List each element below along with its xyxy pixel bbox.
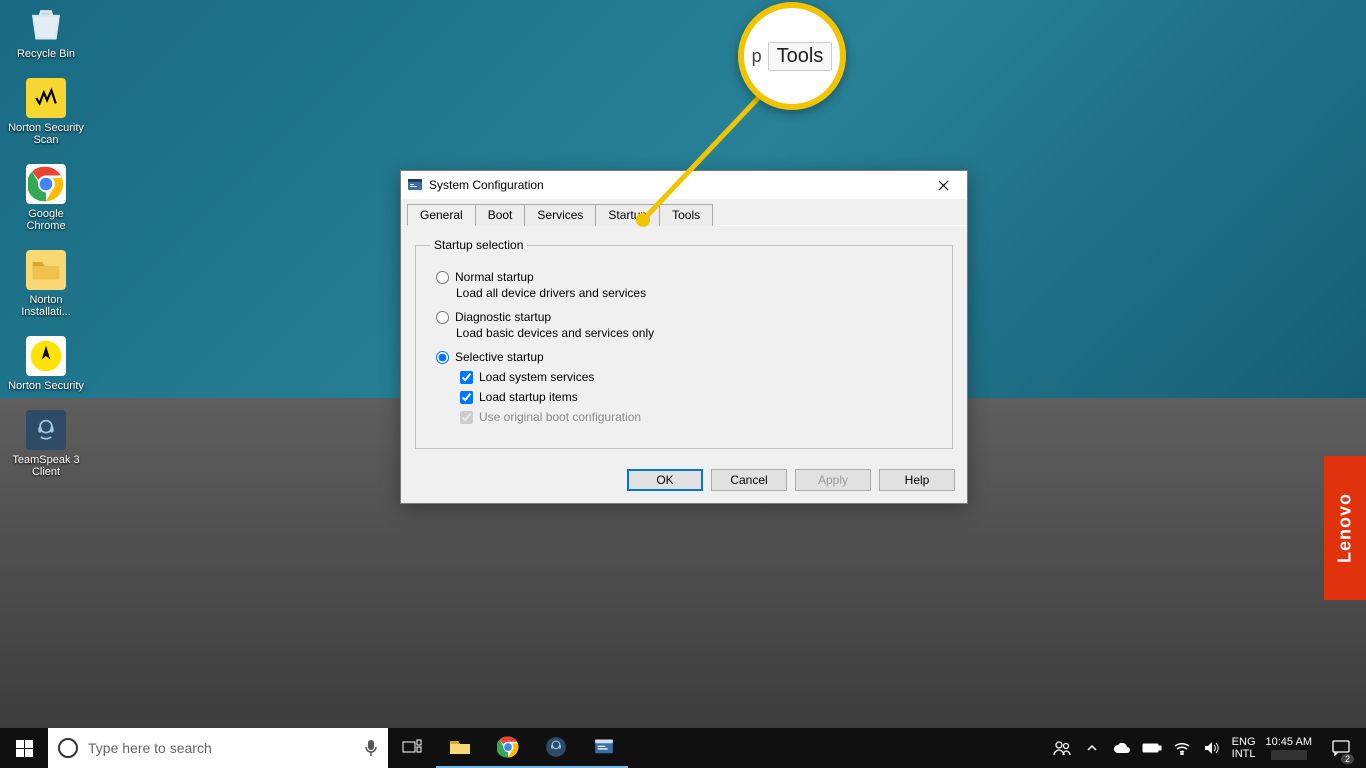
- volume-icon[interactable]: [1202, 738, 1222, 758]
- desktop-icon-teamspeak[interactable]: TeamSpeak 3 Client: [8, 410, 84, 478]
- taskbar-clock[interactable]: 10:45 AM: [1266, 736, 1312, 760]
- radio-selective-startup[interactable]: Selective startup: [436, 350, 938, 364]
- action-center-button[interactable]: 2: [1322, 728, 1360, 768]
- fieldset-legend: Startup selection: [430, 238, 527, 252]
- language-indicator[interactable]: ENGINTL: [1232, 736, 1256, 760]
- onedrive-icon[interactable]: [1112, 738, 1132, 758]
- mic-icon[interactable]: [354, 739, 388, 757]
- folder-icon: [26, 250, 66, 290]
- desktop-icons: Recycle Bin Norton Security Scan Google …: [8, 4, 88, 496]
- radio-normal-startup[interactable]: Normal startup: [436, 270, 938, 284]
- recycle-bin-icon: [26, 4, 66, 44]
- taskbar-msconfig[interactable]: [580, 728, 628, 768]
- option-diagnostic-desc: Load basic devices and services only: [456, 326, 938, 340]
- radio-diagnostic-startup[interactable]: Diagnostic startup: [436, 310, 938, 324]
- radio-label: Normal startup: [455, 270, 534, 284]
- tab-services[interactable]: Services: [525, 204, 596, 226]
- tray-chevron-up-icon[interactable]: [1082, 738, 1102, 758]
- taskbar-teamspeak[interactable]: [532, 728, 580, 768]
- chrome-icon: [26, 164, 66, 204]
- option-selective-startup: Selective startup: [436, 350, 938, 364]
- desktop-icon-label: Norton Installati...: [8, 294, 84, 318]
- cortana-icon: [58, 738, 78, 758]
- close-button[interactable]: [923, 171, 963, 199]
- radio-label: Diagnostic startup: [455, 310, 551, 324]
- tab-general[interactable]: General: [407, 204, 476, 226]
- date-redacted: [1271, 750, 1307, 760]
- norton-security-icon: [26, 336, 66, 376]
- desktop-icon-norton-install[interactable]: Norton Installati...: [8, 250, 84, 318]
- help-button[interactable]: Help: [879, 469, 955, 491]
- taskbar-file-explorer[interactable]: [436, 728, 484, 768]
- checkbox-use-original-boot: Use original boot configuration: [460, 410, 938, 424]
- radio-label: Selective startup: [455, 350, 544, 364]
- option-normal-startup: Normal startup: [436, 270, 938, 284]
- sub-use-original-boot: Use original boot configuration: [460, 410, 938, 424]
- taskbar-chrome[interactable]: [484, 728, 532, 768]
- apply-button: Apply: [795, 469, 871, 491]
- lang-bottom: INTL: [1232, 748, 1256, 760]
- taskbar-apps: [388, 728, 628, 768]
- checkbox-load-startup-items[interactable]: Load startup items: [460, 390, 938, 404]
- checkbox-label: Load system services: [479, 370, 594, 384]
- checkbox-label: Load startup items: [479, 390, 578, 404]
- desktop-icon-label: Recycle Bin: [8, 48, 84, 60]
- callout-tools-highlight: Tools: [768, 42, 833, 71]
- lang-top: ENG: [1232, 736, 1256, 748]
- checkbox-load-system-services[interactable]: Load system services: [460, 370, 938, 384]
- norton-scan-icon: [26, 78, 66, 118]
- callout-partial-text: p: [752, 46, 762, 67]
- callout-magnifier: p Tools: [738, 2, 846, 110]
- msconfig-icon: [407, 177, 423, 193]
- tab-boot[interactable]: Boot: [476, 204, 526, 226]
- teamspeak-icon: [26, 410, 66, 450]
- dialog-title: System Configuration: [429, 178, 544, 192]
- taskbar: Type here to search ENGINTL 10:45 AM 2: [0, 728, 1366, 768]
- sub-load-system-services: Load system services: [460, 370, 938, 384]
- desktop-icon-label: Norton Security Scan: [8, 122, 84, 146]
- notification-badge: 2: [1341, 754, 1354, 764]
- desktop-icon-norton-security[interactable]: Norton Security: [8, 336, 84, 392]
- dialog-tabs: General Boot Services Startup Tools: [401, 199, 967, 226]
- start-button[interactable]: [0, 728, 48, 768]
- windows-icon: [16, 740, 33, 757]
- checkbox-label: Use original boot configuration: [479, 410, 641, 424]
- taskbar-search[interactable]: Type here to search: [48, 728, 388, 768]
- desktop-icon-chrome[interactable]: Google Chrome: [8, 164, 84, 232]
- cancel-button[interactable]: Cancel: [711, 469, 787, 491]
- lenovo-badge[interactable]: Lenovo: [1324, 456, 1366, 600]
- battery-icon[interactable]: [1142, 738, 1162, 758]
- wifi-icon[interactable]: [1172, 738, 1192, 758]
- desktop-icon-label: Norton Security: [8, 380, 84, 392]
- startup-selection-fieldset: Startup selection Normal startup Load al…: [415, 238, 953, 449]
- tab-tools[interactable]: Tools: [660, 204, 713, 226]
- desktop-icon-label: Google Chrome: [8, 208, 84, 232]
- ok-button[interactable]: OK: [627, 469, 703, 491]
- desktop-icon-norton-scan[interactable]: Norton Security Scan: [8, 78, 84, 146]
- option-diagnostic-startup: Diagnostic startup: [436, 310, 938, 324]
- people-icon[interactable]: [1052, 738, 1072, 758]
- search-placeholder: Type here to search: [88, 740, 354, 756]
- tab-startup[interactable]: Startup: [596, 204, 660, 226]
- option-normal-desc: Load all device drivers and services: [456, 286, 938, 300]
- clock-time: 10:45 AM: [1266, 736, 1312, 749]
- dialog-buttons: OK Cancel Apply Help: [401, 459, 967, 503]
- taskview-button[interactable]: [388, 728, 436, 768]
- dialog-panel: Startup selection Normal startup Load al…: [401, 226, 967, 459]
- desktop: Recycle Bin Norton Security Scan Google …: [0, 0, 1366, 768]
- system-tray: ENGINTL 10:45 AM 2: [1052, 728, 1366, 768]
- dialog-titlebar[interactable]: System Configuration: [401, 171, 967, 199]
- desktop-icon-label: TeamSpeak 3 Client: [8, 454, 84, 478]
- sub-load-startup-items: Load startup items: [460, 390, 938, 404]
- system-configuration-dialog: System Configuration General Boot Servic…: [400, 170, 968, 504]
- desktop-icon-recycle-bin[interactable]: Recycle Bin: [8, 4, 84, 60]
- close-icon: [938, 180, 949, 191]
